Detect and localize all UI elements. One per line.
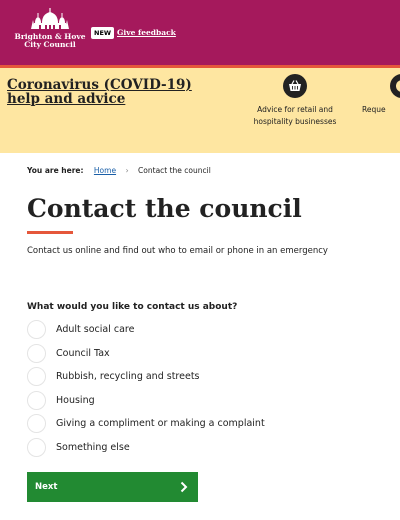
page-lead: Contact us online and find out who to em…	[27, 246, 328, 256]
radio-option-rubbish-recycling[interactable]: Rubbish, recycling and streets	[27, 365, 367, 389]
covid-banner: Coronavirus (COVID-19) help and advice A…	[0, 68, 400, 153]
council-logo[interactable]: Brighton & Hove City Council	[6, 8, 94, 56]
breadcrumb: You are here: Home › Contact the council	[27, 166, 211, 176]
contact-options: Adult social care Council Tax Rubbish, r…	[27, 318, 367, 459]
breadcrumb-separator-icon: ›	[125, 166, 129, 175]
covid-item-label: Advice for retail and hospitality busine…	[253, 105, 337, 126]
radio-button[interactable]	[27, 390, 46, 410]
page-title: Contact the council	[27, 194, 302, 223]
covid-item-label: Reque	[362, 105, 386, 114]
radio-button[interactable]	[27, 320, 46, 340]
radio-label[interactable]: Housing	[56, 395, 95, 406]
chevron-right-icon	[180, 481, 188, 493]
next-button-label: Next	[35, 482, 58, 492]
next-button[interactable]: Next	[27, 472, 198, 502]
radio-label[interactable]: Council Tax	[56, 348, 110, 359]
radio-label[interactable]: Adult social care	[56, 324, 134, 335]
pavilion-icon	[31, 8, 69, 29]
breadcrumb-prefix: You are here:	[27, 166, 84, 175]
breadcrumb-current: Contact the council	[138, 166, 211, 175]
radio-button[interactable]	[27, 367, 46, 387]
radio-option-housing[interactable]: Housing	[27, 389, 367, 413]
radio-button[interactable]	[27, 437, 46, 457]
site-header: Brighton & Hove City Council NEW Give fe…	[0, 0, 400, 65]
new-badge: NEW	[91, 27, 115, 39]
covid-item-request[interactable]: Reque	[362, 74, 400, 116]
radio-button[interactable]	[27, 343, 46, 363]
radio-label[interactable]: Rubbish, recycling and streets	[56, 371, 200, 382]
covid-help-link[interactable]: Coronavirus (COVID-19) help and advice	[7, 78, 217, 106]
radio-option-adult-social-care[interactable]: Adult social care	[27, 318, 367, 342]
title-underline	[27, 231, 73, 234]
logo-line-2: City Council	[24, 40, 76, 49]
form-question: What would you like to contact us about?	[27, 302, 238, 312]
shopping-basket-icon	[283, 74, 307, 98]
radio-label[interactable]: Something else	[56, 442, 130, 453]
radio-label[interactable]: Giving a compliment or making a complain…	[56, 418, 265, 429]
give-feedback-link[interactable]: Give feedback	[117, 27, 176, 39]
circle-icon	[390, 74, 400, 98]
radio-button[interactable]	[27, 414, 46, 434]
radio-option-compliment-complaint[interactable]: Giving a compliment or making a complain…	[27, 412, 367, 436]
radio-option-something-else[interactable]: Something else	[27, 436, 367, 460]
breadcrumb-home-link[interactable]: Home	[94, 166, 116, 175]
covid-item-retail[interactable]: Advice for retail and hospitality busine…	[245, 74, 345, 128]
radio-option-council-tax[interactable]: Council Tax	[27, 342, 367, 366]
